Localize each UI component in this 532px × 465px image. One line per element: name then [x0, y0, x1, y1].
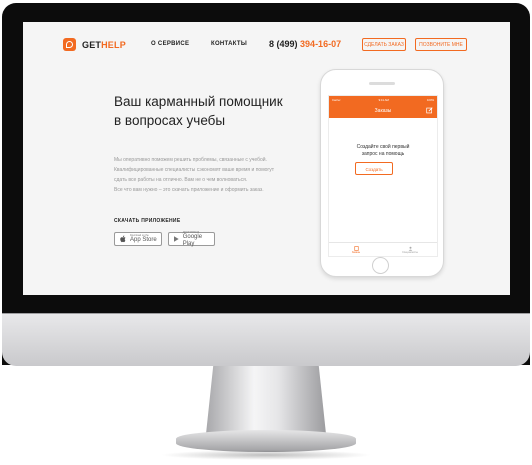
app-screen: Carrier 9:41 AM 100% Заказы Создайте сво… [328, 95, 438, 257]
googleplay-button[interactable]: ДОСТУПНО В Google Play [168, 230, 215, 247]
tab-specialists[interactable]: Специалисты [383, 243, 437, 256]
nav-contacts-link[interactable]: КОНТАКТЫ [211, 41, 247, 47]
app-tabbar: Заказы Специалисты [329, 242, 437, 256]
app-header-title: Заказы [374, 108, 392, 114]
apple-icon [120, 235, 126, 243]
monitor-stand-neck [206, 366, 326, 434]
create-request-button[interactable]: Создать [355, 162, 393, 175]
monitor-stand-base [176, 430, 356, 452]
monitor-shadow [160, 450, 372, 460]
nav-about-link[interactable]: О СЕРВИСЕ [151, 41, 189, 47]
monitor-chin [2, 313, 530, 366]
empty-state-text: Создайте свой первый запрос на помощь [356, 144, 410, 157]
phone-speaker [369, 82, 395, 85]
edit-icon[interactable] [426, 107, 433, 114]
site-header: GETHELP О СЕРВИСЕ КОНТАКТЫ 8 (499) 394-1… [23, 22, 510, 66]
phone-number[interactable]: 8 (499) 394-16-07 [269, 39, 341, 49]
appstore-button[interactable]: Download on the App Store [114, 232, 162, 246]
logo-text: GETHELP [82, 39, 126, 50]
order-button[interactable]: СДЕЛАТЬ ЗАКАЗ [362, 38, 406, 51]
googleplay-text: ДОСТУПНО В Google Play [182, 230, 203, 247]
phone-home-button [372, 257, 389, 274]
google-play-icon [174, 236, 179, 242]
monitor-screen: GETHELP О СЕРВИСЕ КОНТАКТЫ 8 (499) 394-1… [23, 22, 510, 295]
download-label: СКАЧАТЬ ПРИЛОЖЕНИЕ [114, 218, 181, 224]
site-logo[interactable]: GETHELP [63, 38, 126, 51]
appstore-text: Download on the App Store [130, 234, 157, 243]
hero-title: Ваш карманный помощник в вопросах учебы [114, 94, 283, 128]
callback-button[interactable]: ПОЗВОНИТЕ МНЕ [415, 38, 467, 51]
logo-icon [63, 38, 76, 51]
tab-orders[interactable]: Заказы [329, 243, 383, 256]
phone-mockup: Carrier 9:41 AM 100% Заказы Создайте сво… [320, 69, 444, 277]
hero-description: Мы оперативно поможем решить проблемы, с… [114, 157, 275, 193]
app-header: Заказы [329, 104, 437, 118]
app-status-bar: Carrier 9:41 AM 100% [329, 96, 437, 104]
